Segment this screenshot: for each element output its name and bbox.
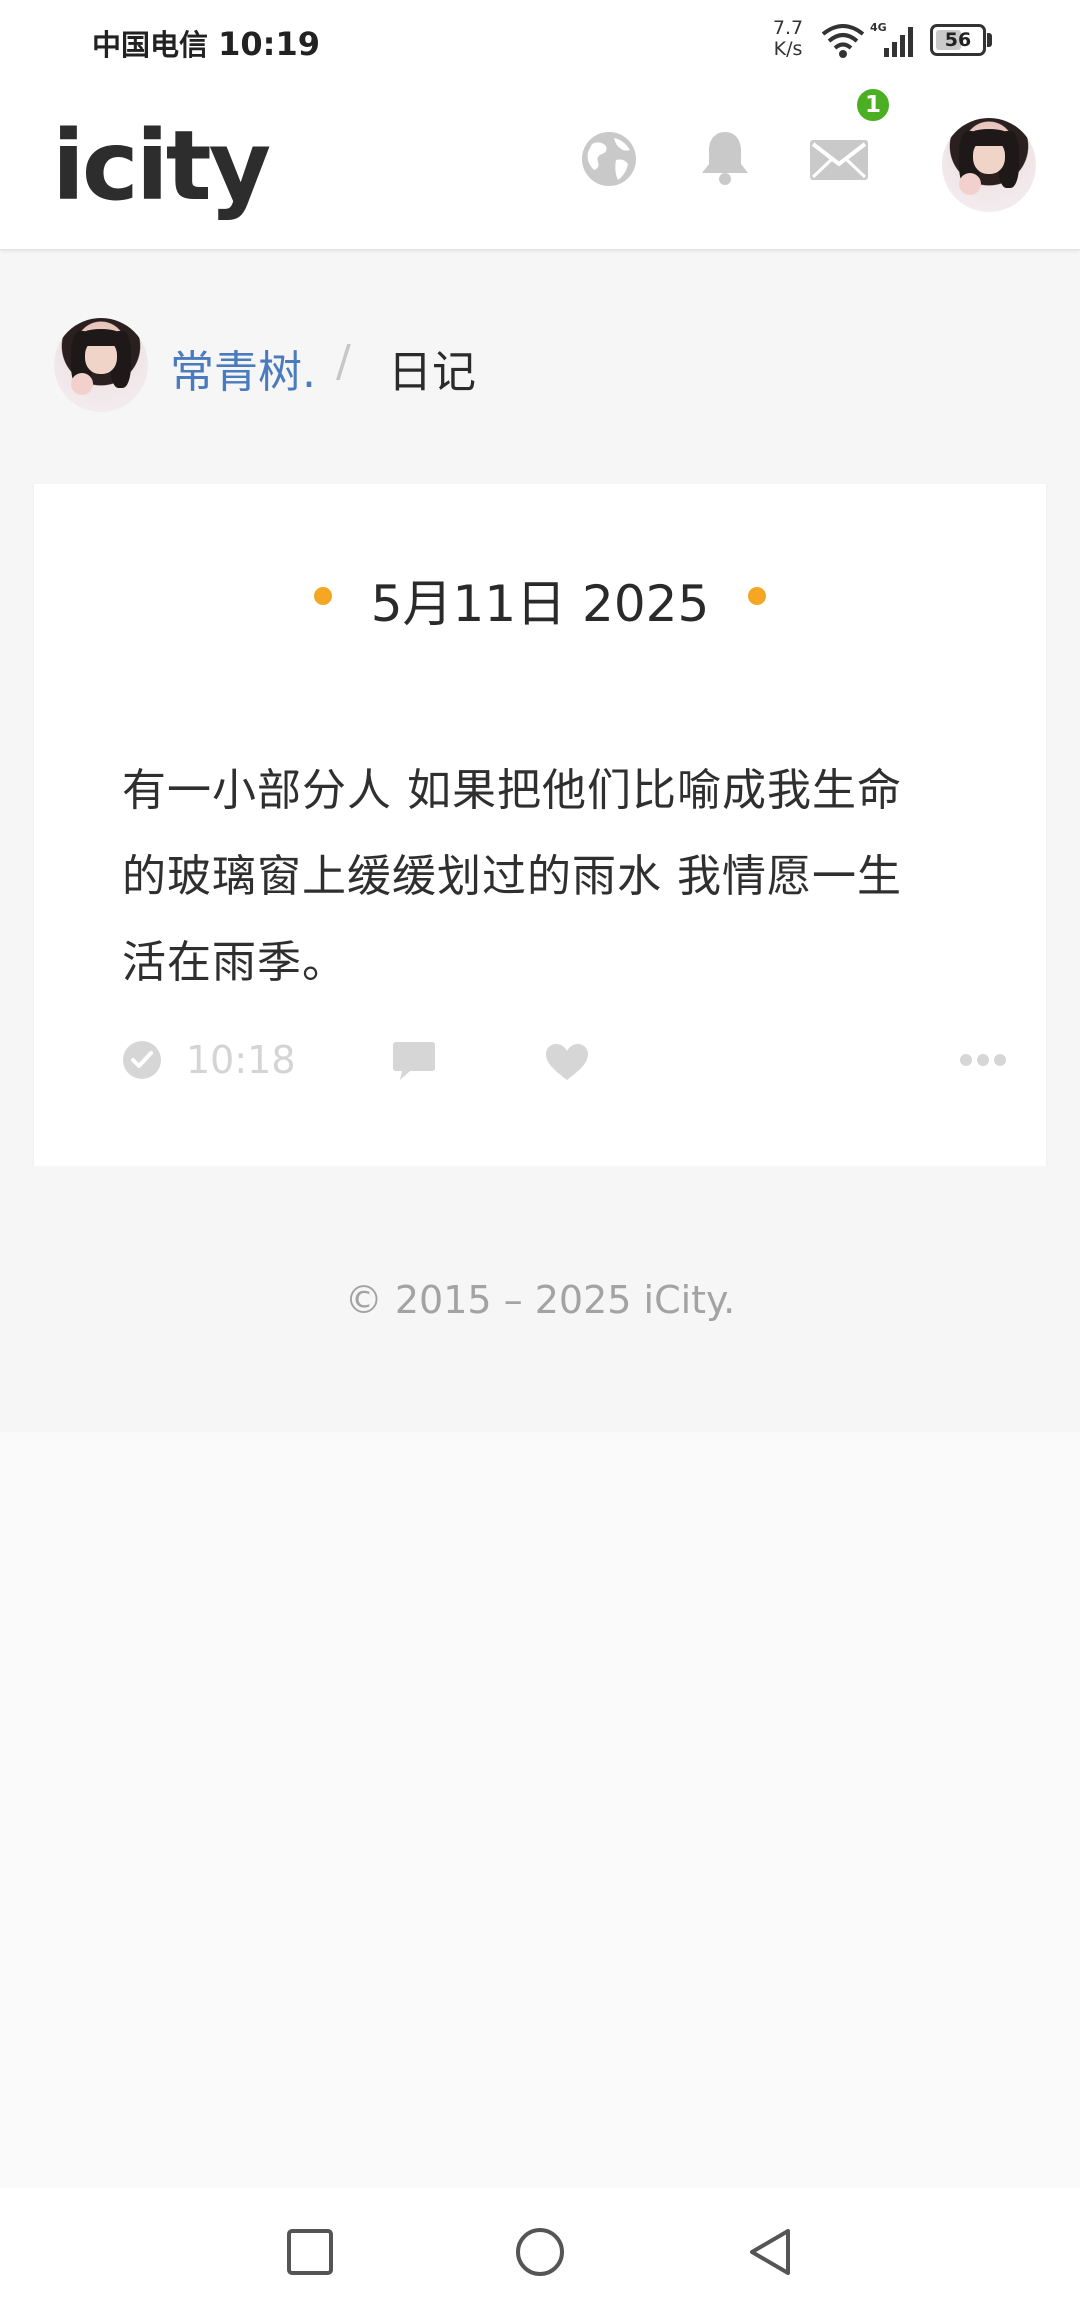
net-speed-unit: K/s (773, 38, 803, 60)
network-type: 4G (870, 21, 887, 34)
system-nav-bar (0, 2188, 1080, 2312)
breadcrumb-separator: / (336, 336, 351, 387)
breadcrumb-user-link[interactable]: 常青树. (170, 336, 316, 400)
wifi-icon (821, 24, 865, 58)
clock-icon (123, 1041, 161, 1079)
status-bar: 中国电信 10:19 7.7 K/s 4G 56 (0, 0, 1080, 82)
heart-icon[interactable] (544, 1042, 590, 1082)
entry-text-line: 有一小部分人 如果把他们比喻成我生命 (122, 765, 902, 816)
carrier-name: 中国电信 (92, 28, 209, 62)
app-logo[interactable]: icity (52, 110, 271, 222)
battery-level: 56 (944, 29, 972, 51)
status-carrier-time: 中国电信 10:19 (92, 22, 320, 64)
bell-icon[interactable] (696, 128, 754, 188)
signal-icon: 4G (870, 21, 913, 57)
footer: © 2015 – 2025 iCity. (0, 1166, 1080, 1432)
entry-date-row: 5月11日 2025 (34, 564, 1046, 634)
date-dot-right (748, 587, 767, 605)
back-button[interactable] (744, 2226, 796, 2278)
breadcrumb: 常青树. / 日记 (0, 250, 1080, 480)
battery-icon: 56 (930, 24, 986, 56)
battery-tip (987, 33, 992, 47)
globe-icon[interactable] (580, 130, 638, 188)
entry-date: 5月11日 2025 (370, 575, 710, 633)
entry-text: 有一小部分人 如果把他们比喻成我生命 的玻璃窗上缓缓划过的雨水 我情愿一生 活在… (122, 748, 982, 1006)
net-speed-value: 7.7 (772, 17, 804, 39)
entry-actions: 10:18 (122, 1032, 1006, 1088)
entry-time: 10:18 (186, 1038, 296, 1082)
header-avatar[interactable] (942, 118, 1036, 212)
entry-text-line: 的玻璃窗上缓缓划过的雨水 我情愿一生 (122, 851, 902, 902)
mail-badge[interactable]: 1 (854, 86, 892, 124)
net-speed: 7.7 K/s (768, 18, 808, 60)
entry-text-line: 活在雨季。 (122, 937, 347, 988)
date-dot-left (313, 587, 332, 605)
home-button[interactable] (514, 2226, 566, 2278)
app-header: icity (0, 82, 1080, 250)
mail-icon[interactable] (810, 140, 868, 180)
copyright-text: © 2015 – 2025 iCity. (344, 1278, 736, 1322)
page-blank-area (0, 1432, 1080, 2188)
status-time: 10:19 (218, 25, 320, 63)
more-icon[interactable] (958, 1052, 1008, 1068)
diary-card: 5月11日 2025 有一小部分人 如果把他们比喻成我生命 的玻璃窗上缓缓划过的… (34, 484, 1046, 1166)
recent-apps-button[interactable] (284, 2226, 336, 2278)
comment-icon[interactable] (392, 1040, 436, 1082)
breadcrumb-current-page: 日记 (388, 347, 476, 398)
user-avatar[interactable] (54, 318, 148, 412)
